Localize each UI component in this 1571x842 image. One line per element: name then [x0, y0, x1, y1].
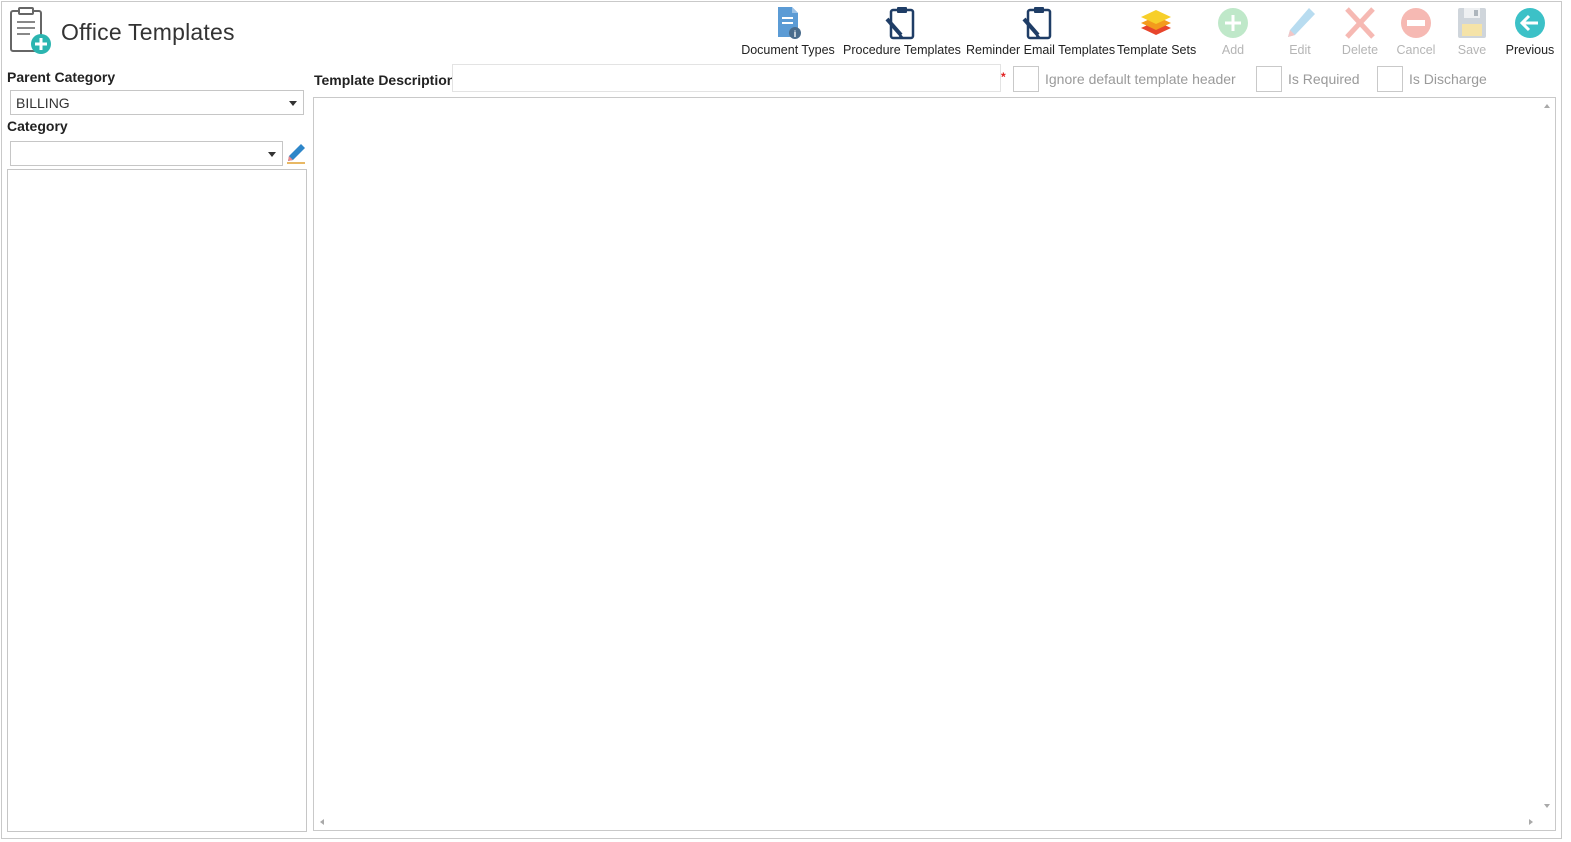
scroll-right-icon[interactable] — [1529, 819, 1533, 825]
save-button[interactable]: Save — [1450, 3, 1494, 59]
procedure-templates-button[interactable]: Procedure Templates — [843, 3, 961, 59]
template-sets-button[interactable]: Template Sets — [1117, 3, 1197, 59]
horizontal-scrollbar[interactable] — [314, 814, 1539, 830]
minus-circle-icon — [1401, 8, 1431, 38]
is-required-checkbox[interactable] — [1256, 66, 1282, 92]
document-types-button[interactable]: i Document Types — [741, 3, 835, 59]
floppy-disk-icon — [1458, 8, 1486, 38]
required-marker: * — [1001, 70, 1006, 84]
edit-button[interactable]: Edit — [1278, 3, 1322, 59]
document-info-icon: i — [778, 7, 801, 39]
cancel-button[interactable]: Cancel — [1394, 3, 1438, 59]
cancel-label: Cancel — [1396, 43, 1436, 57]
chevron-down-icon — [268, 152, 276, 157]
parent-category-value: BILLING — [16, 95, 70, 111]
is-required-label: Is Required — [1288, 71, 1360, 87]
scroll-up-icon[interactable] — [1544, 104, 1550, 108]
delete-button[interactable]: Delete — [1337, 3, 1383, 59]
parent-category-select[interactable]: BILLING — [10, 90, 304, 115]
is-discharge-checkbox[interactable] — [1377, 66, 1403, 92]
category-list[interactable] — [7, 169, 307, 832]
template-description-input[interactable] — [452, 64, 1001, 92]
clipboard-pen-icon — [1022, 7, 1052, 40]
scroll-down-icon[interactable] — [1544, 804, 1550, 808]
category-label: Category — [7, 118, 68, 134]
previous-button[interactable]: Previous — [1504, 3, 1556, 59]
arrow-left-circle-icon — [1515, 8, 1545, 38]
close-x-icon — [1345, 7, 1375, 39]
save-label: Save — [1457, 43, 1487, 57]
vertical-scrollbar[interactable] — [1539, 98, 1555, 814]
pencil-icon — [1288, 8, 1315, 37]
clipboard-pen-icon — [885, 7, 915, 40]
edit-category-pencil-icon[interactable] — [285, 142, 307, 164]
template-editor[interactable] — [313, 97, 1556, 831]
document-types-label: Document Types — [741, 43, 835, 57]
scroll-left-icon[interactable] — [320, 819, 324, 825]
layers-icon — [1141, 10, 1171, 35]
clipboard-add-icon — [10, 7, 51, 54]
svg-text:i: i — [794, 29, 797, 39]
category-select[interactable] — [10, 141, 283, 166]
plus-circle-icon — [1218, 8, 1248, 38]
chevron-down-icon — [289, 101, 297, 106]
page-title: Office Templates — [61, 19, 235, 45]
reminder-email-templates-button[interactable]: Reminder Email Templates — [966, 3, 1116, 59]
edit-label: Edit — [1289, 43, 1311, 57]
add-button[interactable]: Add — [1211, 3, 1255, 59]
previous-label: Previous — [1505, 43, 1555, 57]
reminder-email-templates-label: Reminder Email Templates — [966, 43, 1116, 57]
ignore-header-checkbox[interactable] — [1013, 66, 1039, 92]
parent-category-label: Parent Category — [7, 69, 116, 85]
template-description-label: Template Description — [314, 72, 456, 88]
add-label: Add — [1221, 43, 1245, 57]
procedure-templates-label: Procedure Templates — [843, 43, 961, 57]
is-discharge-label: Is Discharge — [1409, 71, 1487, 87]
template-sets-label: Template Sets — [1117, 43, 1197, 57]
ignore-header-label: Ignore default template header — [1045, 71, 1236, 87]
delete-label: Delete — [1341, 43, 1379, 57]
